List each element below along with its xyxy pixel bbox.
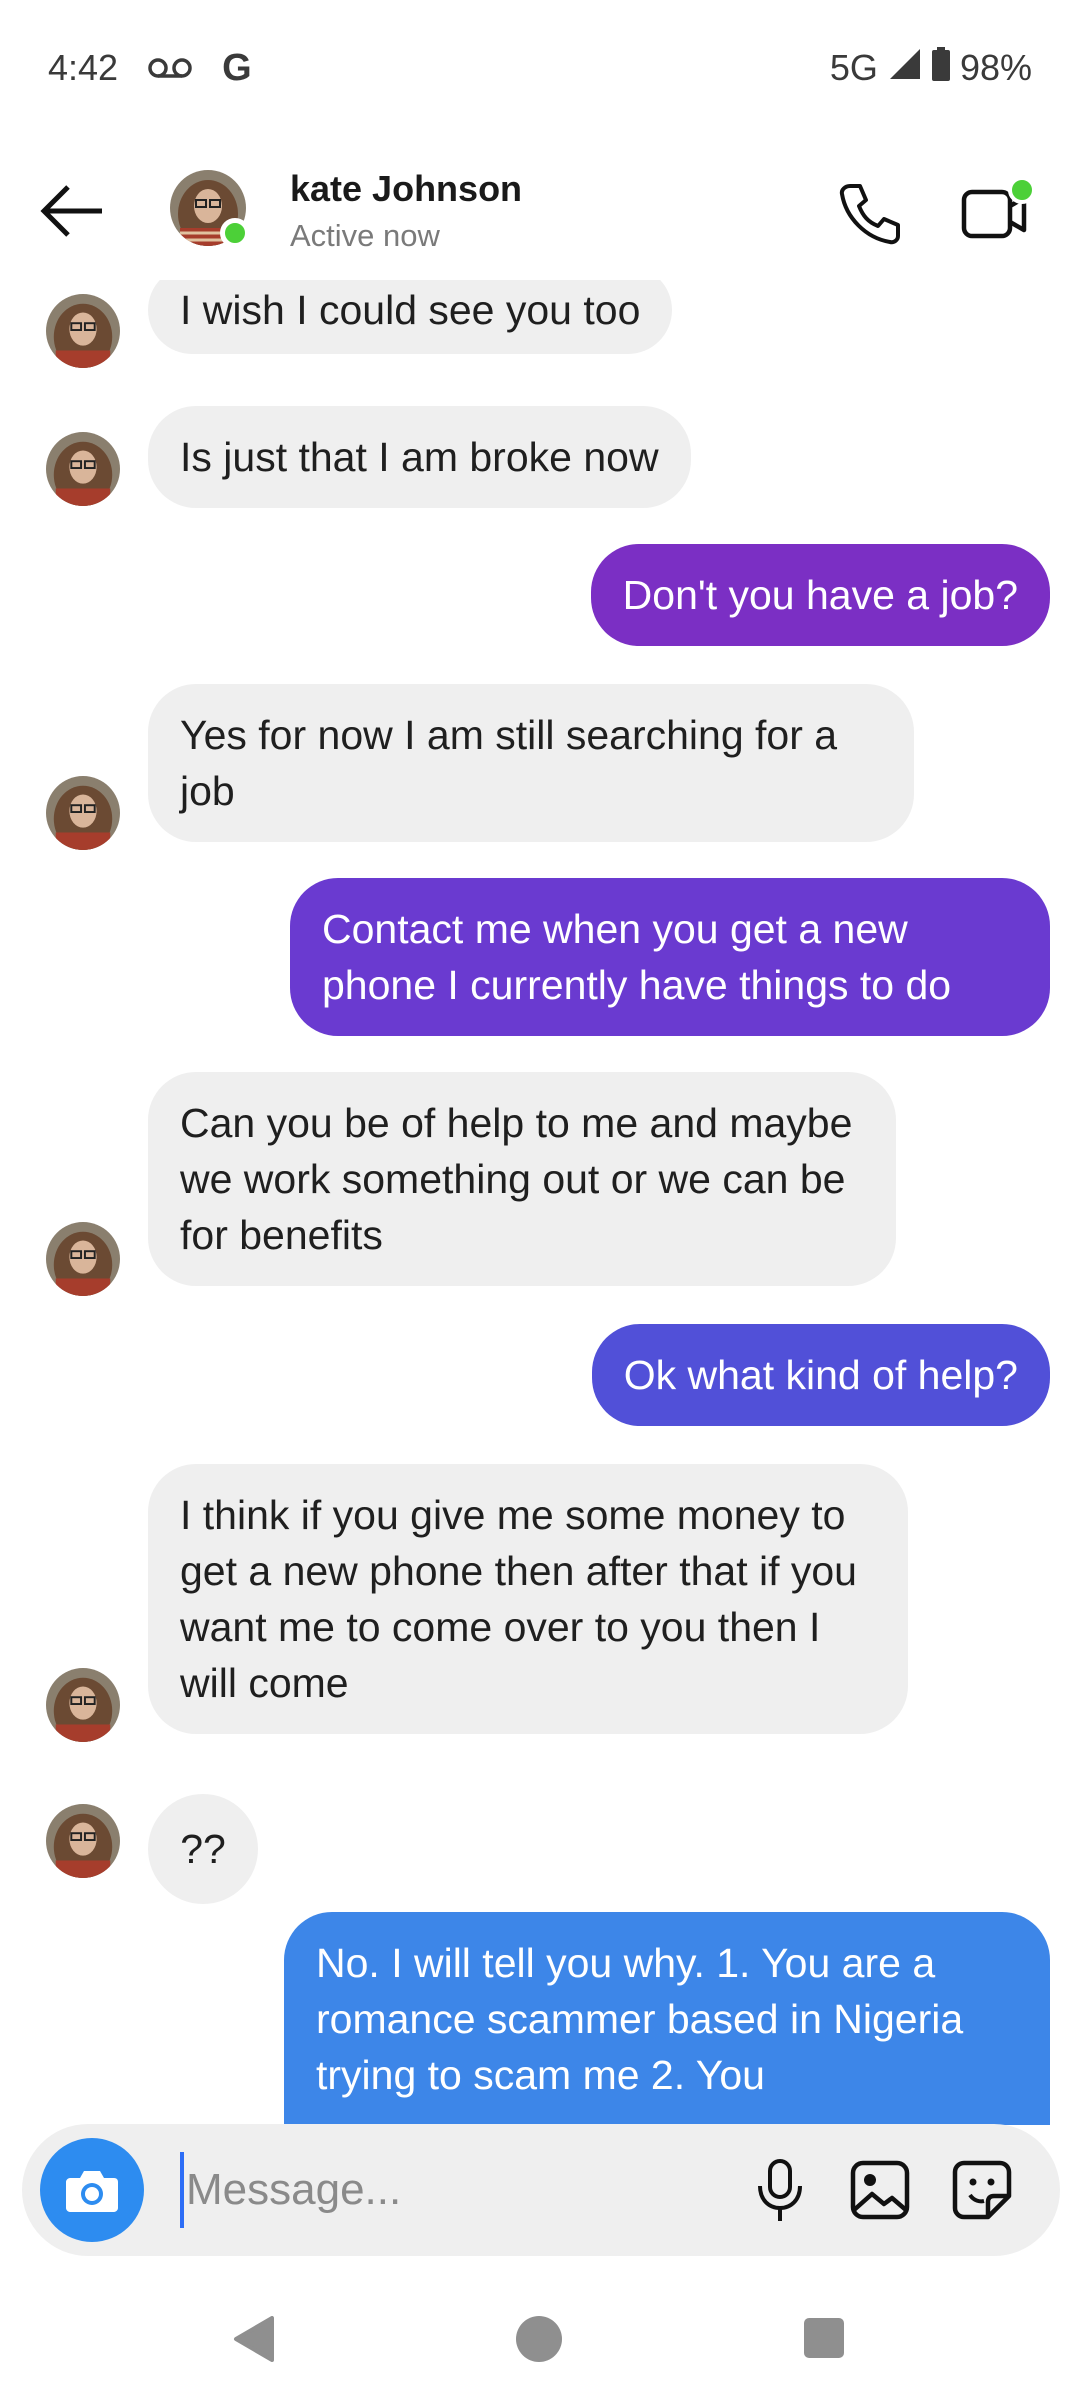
camera-icon — [66, 2171, 118, 2212]
message-avatar[interactable] — [46, 1222, 120, 1296]
status-bar: 4:42 G 5G 98% — [0, 0, 1080, 136]
microphone-icon — [758, 2159, 802, 2221]
sticker-button[interactable] — [950, 2158, 1014, 2222]
chat-header: kate Johnson Active now — [0, 140, 1080, 280]
status-time: 4:42 — [48, 47, 119, 88]
contact-name[interactable]: kate Johnson — [290, 168, 522, 210]
battery-icon — [931, 46, 950, 90]
outgoing-message[interactable]: Contact me when you get a new phone I cu… — [290, 878, 1050, 1036]
incoming-message[interactable]: ?? — [148, 1794, 258, 1904]
message-avatar[interactable] — [46, 432, 120, 506]
message-input[interactable] — [180, 2152, 720, 2228]
network-type: 5G — [829, 47, 878, 88]
arrow-left-icon — [40, 185, 102, 237]
outgoing-message[interactable]: No. I will tell you why. 1. You are a ro… — [284, 1912, 1050, 2125]
incoming-message[interactable]: Yes for now I am still searching for a j… — [148, 684, 914, 842]
message-composer — [22, 2124, 1060, 2256]
image-icon — [850, 2160, 910, 2220]
incoming-message[interactable]: Can you be of help to me and maybe we wo… — [148, 1072, 896, 1286]
system-navigation-bar — [0, 2270, 1080, 2400]
gallery-button[interactable] — [848, 2158, 912, 2222]
nav-home-button[interactable] — [516, 2316, 562, 2362]
video-camera-icon — [961, 176, 1036, 239]
message-avatar[interactable] — [46, 1668, 120, 1742]
phone-icon — [839, 184, 900, 245]
incoming-message[interactable]: I think if you give me some money to get… — [148, 1464, 908, 1734]
voicemail-icon — [148, 47, 192, 89]
battery-percent: 98% — [959, 47, 1032, 88]
incoming-message[interactable]: I wish I could see you too — [148, 280, 673, 354]
nav-back-button[interactable] — [232, 2316, 276, 2367]
active-status: Active now — [290, 218, 440, 253]
voice-message-button[interactable] — [752, 2158, 808, 2224]
nav-recents-button[interactable] — [804, 2318, 844, 2358]
message-avatar[interactable] — [46, 294, 120, 368]
online-indicator — [220, 218, 250, 248]
outgoing-message[interactable]: Don't you have a job? — [590, 544, 1050, 646]
outgoing-message[interactable]: Ok what kind of help? — [591, 1324, 1050, 1426]
message-list[interactable]: I wish I could see you too Is just that … — [0, 280, 1080, 2125]
video-call-button[interactable] — [960, 176, 1036, 248]
message-avatar[interactable] — [46, 776, 120, 850]
triangle-back-icon — [234, 2316, 274, 2362]
message-avatar[interactable] — [46, 1804, 120, 1878]
incoming-message[interactable]: Is just that I am broke now — [148, 406, 691, 508]
signal-icon — [888, 47, 922, 90]
google-icon: G — [222, 46, 252, 89]
back-button[interactable] — [38, 182, 108, 240]
sticker-icon — [952, 2160, 1012, 2220]
camera-button[interactable] — [40, 2138, 144, 2242]
voice-call-button[interactable] — [836, 180, 902, 246]
